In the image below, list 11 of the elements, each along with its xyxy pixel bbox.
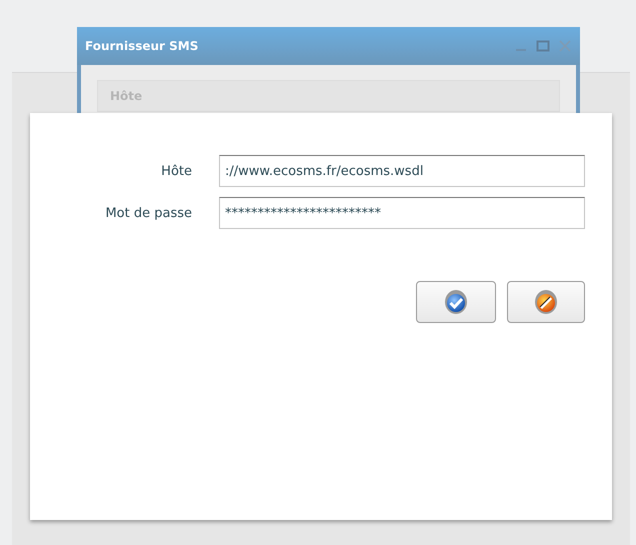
no-entry-icon	[534, 289, 558, 315]
field-label: Hôte	[160, 164, 193, 178]
confirm-button[interactable]	[416, 281, 496, 323]
cancel-button[interactable]	[507, 281, 585, 323]
window-title: Fournisseur SMS	[85, 39, 200, 53]
checkmark-icon	[444, 289, 468, 315]
field-label: Mot de passe	[104, 206, 193, 220]
maximize-icon[interactable]	[536, 39, 550, 53]
input-field[interactable]: ************************	[219, 197, 585, 229]
input-field[interactable]: ://www.ecosms.fr/ecosms.wsdl	[219, 155, 585, 187]
close-icon[interactable]	[558, 39, 572, 53]
